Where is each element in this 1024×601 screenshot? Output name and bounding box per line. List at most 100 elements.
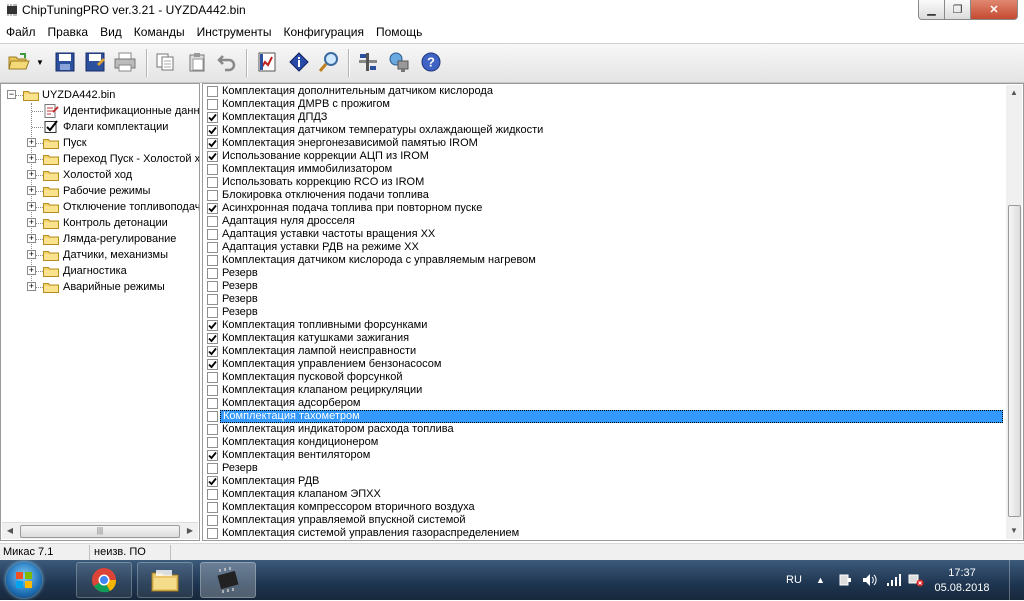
flag-row[interactable]: Комплектация кондиционером	[203, 436, 1005, 449]
flag-checkbox[interactable]	[207, 515, 218, 526]
tree-view[interactable]: − UYZDA442.bin Идентификационные данн Флаги…	[0, 83, 200, 541]
tree-item[interactable]: + Диагностика	[1, 263, 199, 279]
open-button[interactable]	[6, 49, 32, 75]
signal-icon[interactable]	[886, 560, 902, 600]
show-desktop-button[interactable]	[1009, 560, 1024, 600]
flag-checkbox[interactable]	[207, 372, 218, 383]
flag-row[interactable]: Комплектация тахометром	[203, 410, 1005, 423]
flag-checkbox[interactable]	[207, 164, 218, 175]
close-button[interactable]: ✕	[971, 0, 1018, 20]
flag-checkbox[interactable]	[207, 333, 218, 344]
tree-item[interactable]: + Контроль детонации	[1, 215, 199, 231]
tree-item[interactable]: + Переход Пуск - Холостой х	[1, 151, 199, 167]
scroll-right-icon[interactable]: ▶	[182, 523, 198, 539]
flag-row[interactable]: Адаптация уставки частоты вращения ХХ	[203, 228, 1005, 241]
flag-row[interactable]: Адаптация уставки РДВ на режиме ХХ	[203, 241, 1005, 254]
tree-item[interactable]: + Лямда-регулирование	[1, 231, 199, 247]
flag-checkbox[interactable]	[207, 411, 218, 422]
info-button[interactable]	[286, 49, 312, 75]
scroll-left-icon[interactable]: ◀	[2, 523, 18, 539]
expand-icon[interactable]: +	[27, 282, 36, 291]
flag-checkbox[interactable]	[207, 463, 218, 474]
menu-item-2[interactable]: Правка	[42, 22, 95, 42]
flags-vertical-scrollbar[interactable]: ▲ ▼	[1006, 85, 1022, 539]
tree-item[interactable]: + Рабочие режимы	[1, 183, 199, 199]
flag-row[interactable]: Резерв	[203, 306, 1005, 319]
flag-checkbox[interactable]	[207, 385, 218, 396]
expand-icon[interactable]: +	[27, 202, 36, 211]
undo-button[interactable]	[214, 49, 240, 75]
flag-row[interactable]: Использование коррекции АЦП из IROM	[203, 150, 1005, 163]
flag-row[interactable]: Комплектация лампой неисправности	[203, 345, 1005, 358]
flag-row[interactable]: Комплектация датчиком кислорода с управл…	[203, 254, 1005, 267]
tray-device-icon[interactable]	[838, 560, 852, 600]
flag-checkbox[interactable]	[207, 398, 218, 409]
flag-row[interactable]: Резерв	[203, 293, 1005, 306]
minimize-button[interactable]: ▁	[918, 0, 945, 20]
flag-row[interactable]: Комплектация катушками зажигания	[203, 332, 1005, 345]
taskbar-explorer[interactable]	[137, 562, 193, 598]
flag-checkbox[interactable]	[207, 99, 218, 110]
tree-item[interactable]: + Отключение топливоподач	[1, 199, 199, 215]
flag-row[interactable]: Комплектация пусковой форсункой	[203, 371, 1005, 384]
tree-horizontal-scrollbar[interactable]: ◀ ||| ▶	[2, 522, 198, 539]
flag-row[interactable]: Комплектация топливными форсунками	[203, 319, 1005, 332]
flag-checkbox[interactable]	[207, 216, 218, 227]
tree-item[interactable]: + Аварийные режимы	[1, 279, 199, 295]
flag-checkbox[interactable]	[207, 151, 218, 162]
flag-checkbox[interactable]	[207, 268, 218, 279]
flag-row[interactable]: Асинхронная подача топлива при повторном…	[203, 202, 1005, 215]
print-button[interactable]	[112, 49, 138, 75]
flag-row[interactable]: Комплектация датчиком температуры охлажд…	[203, 124, 1005, 137]
tree-root[interactable]: − UYZDA442.bin	[1, 87, 199, 103]
search-button[interactable]	[316, 49, 342, 75]
volume-icon[interactable]	[862, 560, 878, 600]
flag-checkbox[interactable]	[207, 437, 218, 448]
tree-item[interactable]: + Датчики, механизмы	[1, 247, 199, 263]
flag-checkbox[interactable]	[207, 528, 218, 539]
flag-row[interactable]: Комплектация адсорбером	[203, 397, 1005, 410]
flag-row[interactable]: Комплектация вентилятором	[203, 449, 1005, 462]
tree-scroll-thumb[interactable]: |||	[20, 525, 180, 538]
flag-checkbox[interactable]	[207, 112, 218, 123]
flag-checkbox[interactable]	[207, 255, 218, 266]
flag-checkbox[interactable]	[207, 281, 218, 292]
save-button[interactable]	[52, 49, 78, 75]
flag-checkbox[interactable]	[207, 359, 218, 370]
tree-item[interactable]: + Пуск	[1, 135, 199, 151]
menu-item-6[interactable]: Конфигурация	[277, 22, 370, 42]
flags-scroll-thumb[interactable]	[1008, 205, 1021, 517]
taskbar-chrome[interactable]	[76, 562, 132, 598]
tree-item[interactable]: Флаги комплектации	[1, 119, 199, 135]
tree-item[interactable]: + Холостой ход	[1, 167, 199, 183]
flag-checkbox[interactable]	[207, 307, 218, 318]
expand-icon[interactable]: +	[27, 138, 36, 147]
expand-icon[interactable]: +	[27, 186, 36, 195]
flag-row[interactable]: Комплектация ДМРВ с прожигом	[203, 98, 1005, 111]
flag-checkbox[interactable]	[207, 242, 218, 253]
start-button[interactable]	[6, 562, 42, 598]
flag-row[interactable]: Резерв	[203, 280, 1005, 293]
flag-row[interactable]: Адаптация нуля дросселя	[203, 215, 1005, 228]
flag-checkbox[interactable]	[207, 346, 218, 357]
expand-icon[interactable]: +	[27, 250, 36, 259]
flag-checkbox[interactable]	[207, 229, 218, 240]
network-button[interactable]	[386, 49, 412, 75]
expand-icon[interactable]: +	[27, 234, 36, 243]
expand-icon[interactable]: +	[27, 154, 36, 163]
flag-row[interactable]: Комплектация иммобилизатором	[203, 163, 1005, 176]
flag-row[interactable]: Комплектация дополнительным датчиком кис…	[203, 85, 1005, 98]
menu-item-5[interactable]: Инструменты	[191, 22, 278, 42]
menu-item-1[interactable]: Файл	[0, 22, 42, 42]
flag-checkbox[interactable]	[207, 489, 218, 500]
flag-checkbox[interactable]	[207, 294, 218, 305]
chart-button[interactable]	[254, 49, 280, 75]
tools-button[interactable]	[355, 49, 381, 75]
language-indicator[interactable]: RU	[786, 560, 802, 600]
flag-checkbox[interactable]	[207, 476, 218, 487]
flag-row[interactable]: Резерв	[203, 267, 1005, 280]
flag-checkbox[interactable]	[207, 424, 218, 435]
flag-row[interactable]: Комплектация клапаном рециркуляции	[203, 384, 1005, 397]
flag-checkbox[interactable]	[207, 203, 218, 214]
flag-row[interactable]: Резерв	[203, 462, 1005, 475]
